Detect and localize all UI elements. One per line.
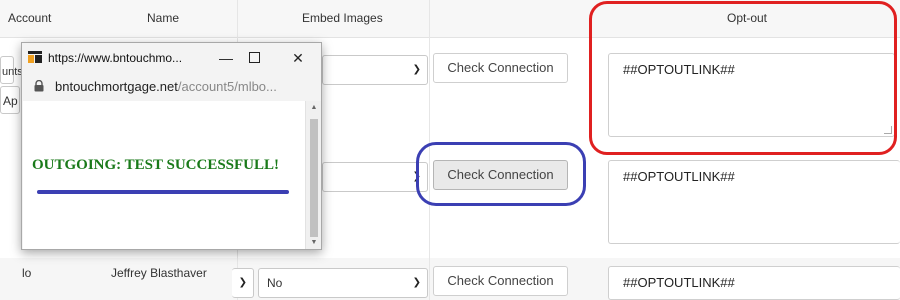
close-icon[interactable]: ✕ xyxy=(284,47,312,69)
account-value-partial[interactable]: Ap xyxy=(0,86,20,114)
popup-titlebar[interactable]: https://www.bntouchmo... — ✕ xyxy=(22,43,321,73)
scroll-up-arrow-icon[interactable]: ▲ xyxy=(306,104,322,111)
chevron-down-icon: ❯ xyxy=(412,64,421,75)
success-message: OUTGOING: TEST SUCCESSFULL! xyxy=(32,157,280,173)
popup-scrollbar[interactable]: ▲ ▼ xyxy=(305,101,321,249)
site-favicon-icon xyxy=(28,51,42,63)
embed-images-select-row3[interactable]: No ❯ xyxy=(258,268,428,298)
header-name: Name xyxy=(147,11,180,25)
check-connection-button-row1[interactable]: Check Connection xyxy=(433,53,568,83)
account-select-text: unts xyxy=(2,66,23,78)
url-path: /account5/mlbo... xyxy=(177,79,277,94)
url-host: bntouchmortgage.net xyxy=(55,79,178,94)
blue-annotation-underline xyxy=(37,190,289,194)
lock-icon xyxy=(34,80,44,92)
red-annotation-circle xyxy=(589,1,897,155)
popup-window[interactable]: https://www.bntouchmo... — ✕ bntouchmort… xyxy=(21,42,322,250)
chevron-down-icon: ❯ xyxy=(238,277,247,288)
popup-title: https://www.bntouchmo... xyxy=(48,51,183,65)
scroll-down-arrow-icon[interactable]: ▼ xyxy=(306,239,322,246)
maximize-icon[interactable] xyxy=(240,47,268,69)
popup-content: OUTGOING: TEST SUCCESSFULL! xyxy=(23,101,305,249)
optout-textarea-row3[interactable]: ##OPTOUTLINK## xyxy=(608,266,900,300)
embed-images-value: No xyxy=(267,276,283,290)
account-value-text: Ap xyxy=(3,94,18,108)
scrollbar-thumb[interactable] xyxy=(310,119,318,237)
minimize-icon[interactable]: — xyxy=(212,47,240,69)
optout-value: ##OPTOUTLINK## xyxy=(623,275,735,290)
account-select-partial[interactable]: unts xyxy=(0,56,23,84)
embed-images-select-row2[interactable]: ❯ xyxy=(322,162,428,192)
header-embed-images: Embed Images xyxy=(302,11,383,25)
account-cell-row3: lo xyxy=(22,266,32,280)
header-account: Account xyxy=(8,11,52,25)
optout-value: ##OPTOUTLINK## xyxy=(623,169,735,184)
address-bar[interactable]: bntouchmortgage.net/account5/mlbo... xyxy=(22,73,321,99)
address-url: bntouchmortgage.net/account5/mlbo... xyxy=(55,79,277,94)
blue-annotation-circle xyxy=(416,142,586,206)
chevron-down-icon: ❯ xyxy=(412,277,421,288)
check-connection-button-row3[interactable]: Check Connection xyxy=(433,266,568,296)
name-cell-row3: Jeffrey Blasthaver xyxy=(111,266,207,280)
optout-textarea-row2[interactable]: ##OPTOUTLINK## xyxy=(608,160,900,244)
embed-images-select-row1[interactable]: ❯ xyxy=(322,55,428,85)
select-partial-row3[interactable]: ❯ xyxy=(232,268,254,298)
